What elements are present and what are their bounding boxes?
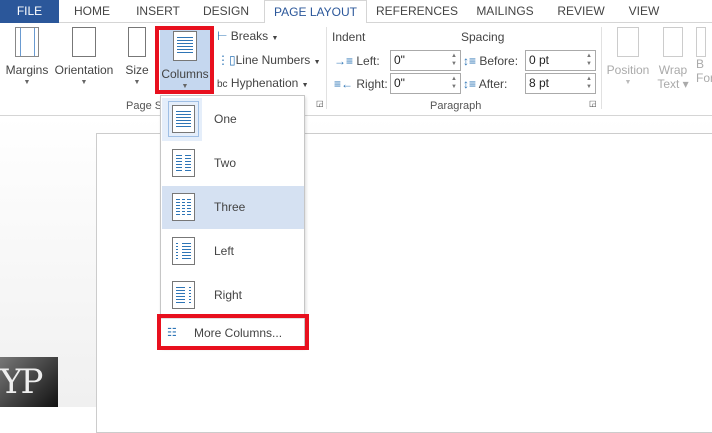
- one-column-icon: [168, 101, 199, 137]
- tab-page-layout[interactable]: PAGE LAYOUT: [264, 0, 367, 24]
- indent-left-input[interactable]: 0" ▲ ▼: [390, 50, 461, 71]
- option-label: Two: [214, 156, 237, 170]
- breaks-button[interactable]: ⊢ Breaks ▼: [217, 29, 278, 43]
- size-button[interactable]: Size ▼: [124, 27, 150, 86]
- line-numbers-button[interactable]: ⋮▯Line Numbers ▼: [217, 53, 321, 67]
- indent-left-value: 0": [394, 53, 405, 67]
- paragraph-group-label: Paragraph: [430, 100, 482, 112]
- columns-option-right[interactable]: Right: [162, 274, 304, 317]
- ribbon: Margins ▼ Orientation ▼ Size ▼ Columns ▼ ⊢ B…: [0, 23, 712, 116]
- indent-right-icon: ≡←: [334, 77, 354, 91]
- spacing-before-value: 0 pt: [529, 53, 550, 67]
- spacing-after-input[interactable]: 8 pt ▲ ▼: [525, 73, 596, 94]
- indent-left-label: →≡ Left:: [334, 54, 380, 68]
- hyphenation-icon: bc: [217, 79, 228, 90]
- before-text: Before:: [479, 54, 519, 68]
- indent-heading: Indent: [332, 30, 366, 44]
- spinner-icon[interactable]: ▲ ▼: [451, 75, 457, 91]
- right-column-icon: [172, 281, 195, 309]
- two-columns-icon: [172, 149, 195, 177]
- indent-right-label: ≡← Right:: [334, 77, 388, 91]
- tab-file[interactable]: FILE: [0, 0, 59, 23]
- size-label: Size: [125, 63, 149, 77]
- orientation-button[interactable]: Orientation ▼: [53, 27, 115, 86]
- after-text: After:: [478, 77, 508, 91]
- orientation-icon: [72, 27, 96, 57]
- hyphenation-button[interactable]: bc Hyphenation ▼: [217, 76, 309, 90]
- left-text: Left:: [356, 54, 380, 68]
- indent-right-value: 0": [394, 76, 405, 90]
- separator: [601, 27, 602, 109]
- bring-forward-button[interactable]: BFor: [696, 27, 712, 85]
- spacing-before-input[interactable]: 0 pt ▲ ▼: [525, 50, 596, 71]
- spacing-before-label: ↕≡ Before:: [463, 54, 518, 68]
- separator: [326, 27, 327, 109]
- tab-mailings[interactable]: MAILINGS: [472, 0, 538, 23]
- ribbon-tabs: FILE HOME INSERT DESIGN PAGE LAYOUT REFE…: [0, 0, 712, 24]
- spinner-icon[interactable]: ▲ ▼: [586, 52, 592, 68]
- indent-left-icon: →≡: [334, 54, 354, 68]
- logo-text: YP: [0, 362, 43, 402]
- wrap-text-icon: [663, 27, 683, 57]
- tab-view[interactable]: VIEW: [624, 0, 664, 23]
- line-numbers-label: Line Numbers: [235, 53, 311, 67]
- margins-icon: [15, 27, 39, 57]
- size-icon: [128, 27, 146, 57]
- tab-references[interactable]: REFERENCES: [376, 0, 458, 23]
- three-columns-icon: [172, 193, 195, 221]
- bring-label: B: [696, 57, 705, 71]
- spacing-after-value: 8 pt: [529, 76, 550, 90]
- option-label: Left: [214, 244, 235, 258]
- columns-dropdown: One Two Three Left Right ☷ More Columns.…: [160, 95, 305, 347]
- right-text: Right:: [356, 77, 388, 91]
- margins-button[interactable]: Margins ▼: [5, 27, 49, 86]
- option-label: Three: [214, 200, 246, 214]
- spinner-icon[interactable]: ▲ ▼: [451, 52, 457, 68]
- bring-label-2: For: [696, 71, 712, 85]
- logo: YP: [0, 357, 58, 407]
- tab-review[interactable]: REVIEW: [554, 0, 608, 23]
- bring-forward-icon: [696, 27, 706, 57]
- tab-design[interactable]: DESIGN: [196, 0, 256, 23]
- breaks-icon: ⊢: [217, 29, 228, 43]
- columns-option-three[interactable]: Three: [162, 186, 304, 229]
- spacing-heading: Spacing: [461, 30, 505, 44]
- page-setup-group-label: Page S: [126, 100, 163, 112]
- columns-highlight-box: [155, 26, 214, 94]
- columns-option-one[interactable]: One: [162, 98, 304, 141]
- tab-insert[interactable]: INSERT: [128, 0, 188, 23]
- orientation-label: Orientation: [54, 63, 114, 77]
- position-icon: [617, 27, 639, 57]
- page-setup-launcher-icon[interactable]: ◲: [316, 99, 324, 108]
- line-numbers-icon: ⋮▯: [217, 53, 236, 67]
- spinner-icon[interactable]: ▲ ▼: [586, 75, 592, 91]
- columns-option-left[interactable]: Left: [162, 230, 304, 273]
- hyphenation-label: Hyphenation: [230, 76, 299, 90]
- paragraph-launcher-icon[interactable]: ◲: [589, 99, 597, 108]
- spacing-after-label: ↕≡ After:: [463, 77, 507, 91]
- more-columns-highlight-box: [157, 314, 309, 350]
- option-label: One: [214, 112, 237, 126]
- spacing-before-icon: ↕≡: [463, 54, 477, 68]
- wrap-label: Wrap: [658, 63, 688, 77]
- left-column-icon: [172, 237, 195, 265]
- position-button[interactable]: Position ▼: [604, 27, 652, 86]
- breaks-label: Breaks: [230, 29, 269, 43]
- option-label: Right: [214, 288, 243, 302]
- columns-option-two[interactable]: Two: [162, 142, 304, 185]
- margins-label: Margins: [5, 63, 49, 77]
- wrap-text-button[interactable]: Wrap Text ▾: [655, 27, 691, 91]
- position-label: Position: [606, 63, 650, 77]
- wrap-label-2: Text: [657, 77, 680, 91]
- tab-home[interactable]: HOME: [64, 0, 120, 23]
- spacing-after-icon: ↕≡: [463, 77, 477, 91]
- indent-right-input[interactable]: 0" ▲ ▼: [390, 73, 461, 94]
